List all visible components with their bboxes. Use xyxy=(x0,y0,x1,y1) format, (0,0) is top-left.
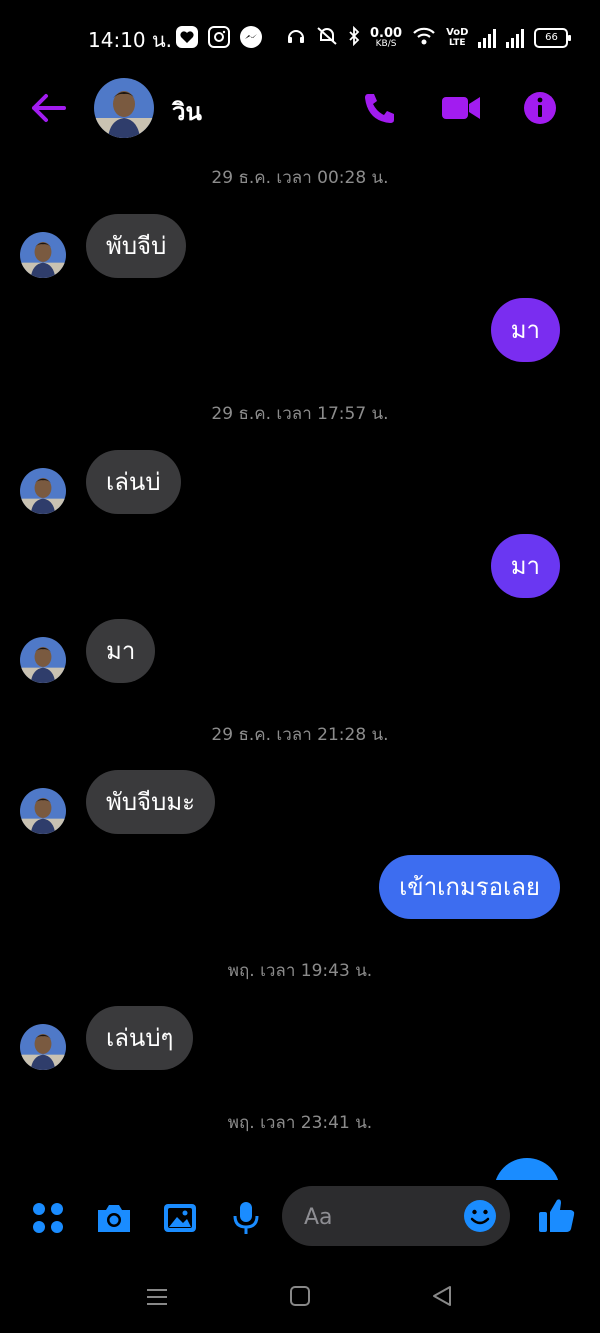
image-icon xyxy=(164,1204,196,1232)
status-system-icons: 0.00 KB/S VoD LTE 66 xyxy=(286,25,572,49)
four-dots-icon xyxy=(33,1203,63,1233)
conversation-info-button[interactable] xyxy=(520,90,560,126)
signal-2-icon xyxy=(506,28,525,48)
home-button[interactable] xyxy=(288,1284,312,1308)
recent-apps-button[interactable] xyxy=(144,1284,170,1310)
conversation-header: วิน xyxy=(0,72,600,148)
thumbs-up-icon xyxy=(539,1199,575,1232)
camera-button[interactable] xyxy=(94,1198,134,1238)
timestamp: พฤ. เวลา 23:41 น. xyxy=(227,1113,373,1133)
timestamp: 29 ธ.ค. เวลา 17:57 น. xyxy=(211,404,389,424)
composer-bar xyxy=(0,1180,600,1260)
sender-avatar[interactable] xyxy=(20,637,66,683)
bluetooth-icon xyxy=(348,25,360,49)
net-speed: 0.00 KB/S xyxy=(370,25,403,49)
incoming-message[interactable]: เล่นบ่ xyxy=(86,450,181,514)
outgoing-message[interactable]: มา xyxy=(490,534,560,598)
like-button[interactable] xyxy=(536,1194,576,1234)
outgoing-message[interactable]: เข้าเกมรอเลย xyxy=(379,855,560,919)
menu-lines-icon xyxy=(147,1289,167,1305)
timestamp: 29 ธ.ค. เวลา 00:28 น. xyxy=(211,168,389,188)
video-camera-icon xyxy=(442,97,480,119)
heart-app-icon xyxy=(176,26,198,48)
headset-icon xyxy=(286,26,306,49)
timestamp: พฤ. เวลา 19:43 น. xyxy=(227,961,373,981)
message-input[interactable] xyxy=(302,1200,456,1234)
incoming-message[interactable]: พับจีบ่ xyxy=(86,214,187,278)
signal-1-icon xyxy=(478,28,497,48)
video-call-button[interactable] xyxy=(440,90,480,126)
sender-avatar[interactable] xyxy=(20,788,66,834)
sender-avatar[interactable] xyxy=(20,468,66,514)
sender-avatar[interactable] xyxy=(20,232,66,278)
timestamp: 29 ธ.ค. เวลา 21:28 น. xyxy=(211,725,389,745)
voice-call-button[interactable] xyxy=(360,90,400,126)
smiley-icon xyxy=(464,1200,496,1232)
messenger-icon xyxy=(240,26,262,48)
wifi-icon xyxy=(412,26,436,49)
incoming-message[interactable]: มา xyxy=(86,619,156,683)
message-input-container[interactable] xyxy=(282,1186,510,1246)
status-notification-icons xyxy=(176,26,262,48)
sender-avatar[interactable] xyxy=(20,1024,66,1070)
square-icon xyxy=(290,1286,310,1306)
system-navigation-bar xyxy=(0,1262,600,1333)
camera-icon xyxy=(98,1205,130,1232)
incoming-message[interactable]: เล่นบ่ๆ xyxy=(86,1006,194,1070)
status-time: 14:10 น. xyxy=(88,28,173,52)
emoji-button[interactable] xyxy=(462,1198,498,1234)
more-actions-button[interactable] xyxy=(28,1198,68,1238)
phone-icon xyxy=(365,94,394,123)
microphone-icon xyxy=(233,1202,259,1234)
outgoing-message[interactable]: มา xyxy=(490,298,560,362)
contact-avatar[interactable] xyxy=(94,78,154,138)
info-icon xyxy=(524,92,556,124)
contact-name[interactable]: วิน xyxy=(172,92,202,131)
system-back-button[interactable] xyxy=(430,1284,454,1308)
mute-bell-icon xyxy=(316,26,338,49)
volte-indicator: VoD LTE xyxy=(446,26,469,48)
back-button[interactable] xyxy=(28,92,68,124)
voice-clip-button[interactable] xyxy=(226,1198,266,1238)
gallery-button[interactable] xyxy=(160,1198,200,1238)
status-bar: 14:10 น. 0.00 KB/S VoD LTE 66 xyxy=(0,0,600,72)
back-arrow-icon xyxy=(32,94,66,122)
battery-icon: 66 xyxy=(534,27,572,48)
instagram-icon xyxy=(208,26,230,48)
incoming-message[interactable]: พับจีบมะ xyxy=(86,770,216,834)
triangle-back-icon xyxy=(433,1286,451,1306)
